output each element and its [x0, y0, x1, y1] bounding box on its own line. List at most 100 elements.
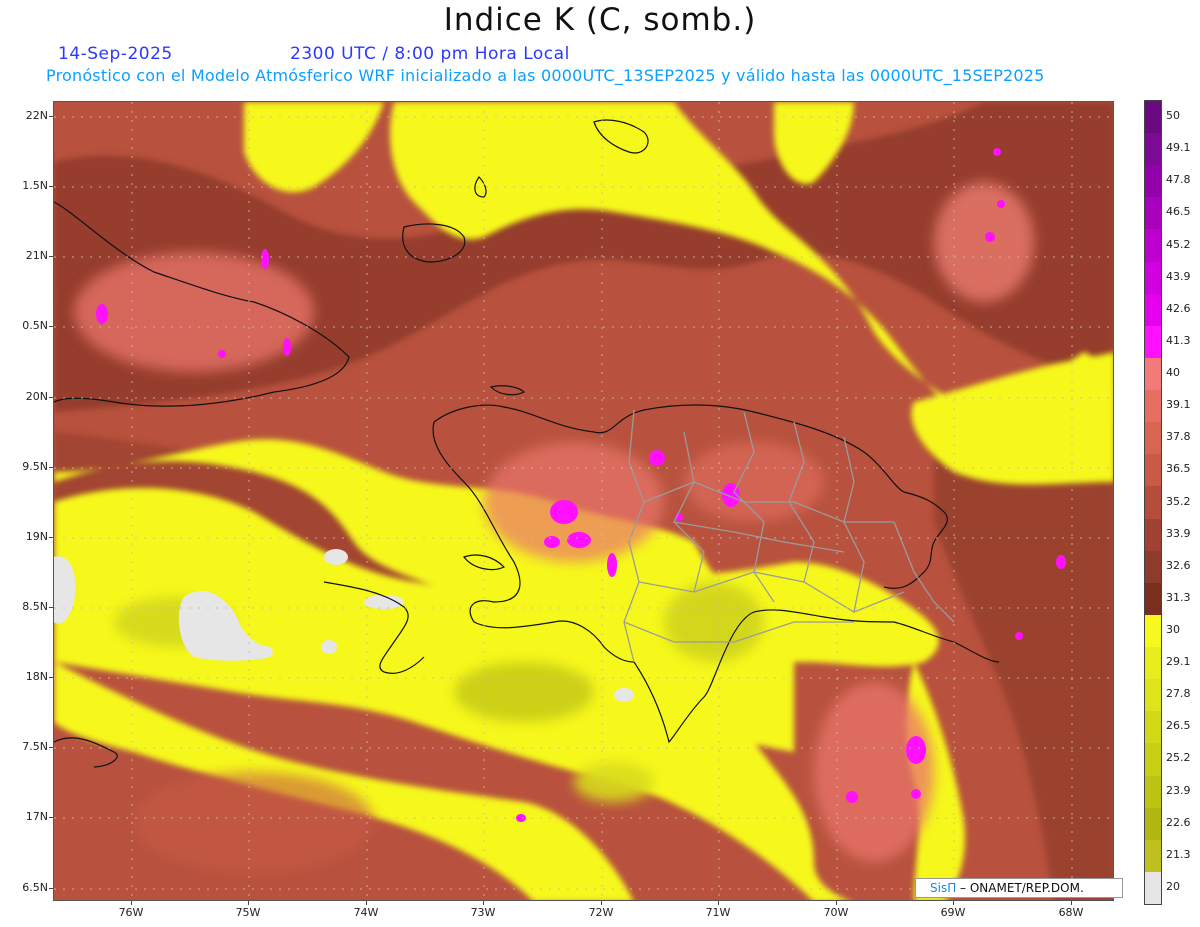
colorbar-label: 45.2 [1166, 237, 1191, 251]
lat-tick [49, 747, 53, 748]
salmon-dr [684, 442, 824, 522]
lat-label: 1.5N [22, 179, 48, 192]
colorbar-segment [1145, 229, 1161, 263]
magenta-spot [993, 148, 1001, 156]
colorbar-label: 30 [1166, 622, 1180, 636]
colorbar-label: 20 [1166, 879, 1180, 893]
lat-label: 21N [25, 249, 48, 262]
colorbar-label: 39.1 [1166, 398, 1191, 412]
lon-label: 68W [1058, 906, 1084, 919]
magenta-spot [516, 814, 526, 822]
magenta-spot [96, 304, 108, 324]
colorbar-label: 33.9 [1166, 526, 1191, 540]
lon-tick [601, 901, 602, 905]
magenta-spot [997, 200, 1005, 208]
colorbar-segment [1145, 871, 1161, 905]
lat-tick [49, 397, 53, 398]
lon-tick [366, 901, 367, 905]
magenta-spot [846, 791, 858, 803]
grey-patch [364, 595, 404, 609]
olive-patch-4 [574, 762, 654, 802]
lon-tick [1071, 901, 1072, 905]
colorbar-label: 40 [1166, 366, 1180, 380]
colorbar-segment [1145, 807, 1161, 841]
lat-label: 7.5N [22, 740, 48, 753]
lon-label: 69W [940, 906, 966, 919]
k-index-map [53, 101, 1114, 901]
salmon-southwest [134, 772, 374, 872]
magenta-spot [544, 536, 560, 548]
colorbar-segment [1145, 647, 1161, 680]
colorbar-segment [1145, 133, 1161, 166]
lat-tick [49, 326, 53, 327]
colorbar-label: 23.9 [1166, 783, 1191, 797]
colorbar-label: 29.1 [1166, 655, 1191, 669]
lon-label: 72W [588, 906, 614, 919]
salmon-northeast [934, 182, 1034, 302]
colorbar-label: 21.3 [1166, 847, 1191, 861]
lon-label: 76W [118, 906, 144, 919]
grey-patch [614, 688, 634, 702]
colorbar-segment [1145, 711, 1161, 744]
colorbar-segment [1145, 679, 1161, 712]
lat-tick [49, 888, 53, 889]
colorbar-label: 47.8 [1166, 173, 1191, 187]
colorbar-label: 27.8 [1166, 687, 1191, 701]
grey-patch [257, 646, 273, 658]
lat-label: 18N [25, 670, 48, 683]
colorbar-label: 46.5 [1166, 205, 1191, 219]
colorbar-segment [1145, 743, 1161, 776]
colorbar-label: 36.5 [1166, 462, 1191, 476]
lat-label: 6.5N [22, 881, 48, 894]
forecast-description: Pronóstico con el Modelo Atmósferico WRF… [46, 66, 1045, 85]
colorbar-label: 42.6 [1166, 301, 1191, 315]
magenta-spot [567, 532, 591, 548]
colorbar-label: 50 [1166, 109, 1180, 123]
colorbar-segment [1145, 357, 1161, 391]
colorbar-label: 32.6 [1166, 558, 1191, 572]
colorbar-label: 49.1 [1166, 141, 1191, 155]
lat-tick [49, 116, 53, 117]
chart-title: Indice K (C, somb.) [443, 2, 757, 38]
colorbar-segment [1145, 261, 1161, 295]
colorbar-label: 26.5 [1166, 719, 1191, 733]
lat-tick [49, 537, 53, 538]
lon-tick [953, 901, 954, 905]
lon-tick [718, 901, 719, 905]
colorbar-segment [1145, 550, 1161, 584]
colorbar-label: 43.9 [1166, 269, 1191, 283]
lat-label: 17N [25, 810, 48, 823]
lon-label: 74W [353, 906, 379, 919]
lat-tick [49, 817, 53, 818]
grey-patch [324, 549, 348, 565]
colorbar-segment [1145, 293, 1161, 327]
lat-label: 0.5N [22, 319, 48, 332]
colorbar-segment [1145, 582, 1161, 616]
magenta-spot [1015, 632, 1023, 640]
magenta-spot [985, 232, 995, 242]
colorbar-label: 41.3 [1166, 333, 1191, 347]
lat-tick [49, 677, 53, 678]
colorbar-segment [1145, 165, 1161, 198]
colorbar-label: 35.2 [1166, 494, 1191, 508]
colorbar-label: 25.2 [1166, 751, 1191, 765]
credit-box: SisΠ – ONAMET/REP.DOM. [915, 878, 1123, 898]
magenta-spot [550, 500, 578, 524]
lon-label: 73W [470, 906, 496, 919]
lon-label: 71W [705, 906, 731, 919]
lon-label: 75W [235, 906, 261, 919]
lon-tick [248, 901, 249, 905]
magenta-spot [283, 338, 291, 356]
lat-label: 8.5N [22, 600, 48, 613]
magenta-spot [607, 553, 617, 577]
lon-tick [836, 901, 837, 905]
colorbar-segment [1145, 486, 1161, 520]
magenta-spot [218, 350, 226, 358]
colorbar-segment [1145, 614, 1161, 648]
colorbar-segment [1145, 422, 1161, 455]
map-field [54, 102, 1113, 900]
colorbar-segment [1145, 101, 1161, 134]
lat-label: 9.5N [22, 460, 48, 473]
forecast-time: 2300 UTC / 8:00 pm Hora Local [290, 44, 570, 64]
subtitle-date-line: 14-Sep-2025 2300 UTC / 8:00 pm Hora Loca… [58, 44, 569, 64]
